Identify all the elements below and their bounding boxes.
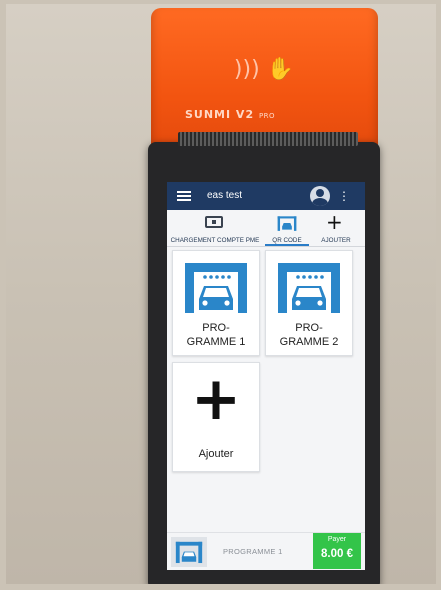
pay-button[interactable]: Payer 8.00 €: [313, 533, 361, 569]
photo-background: ))) ✋ SUNMI V2 PRO eas test ⋮ CHARGEMENT…: [6, 4, 436, 584]
hamburger-menu-icon[interactable]: [177, 191, 191, 201]
pay-label: Payer: [327, 536, 347, 543]
nfc-contactless-icon: ))) ✋: [233, 57, 295, 82]
tab-label: QR CODE: [272, 237, 302, 244]
account-circle-icon[interactable]: [310, 186, 330, 206]
bottom-bar: PROGRAMME 1 Payer 8.00 €: [167, 532, 365, 570]
car-wash-icon: [278, 263, 340, 313]
program-tile-1[interactable]: PRO- GRAMME 1: [172, 250, 260, 356]
selected-program-label: PROGRAMME 1: [223, 547, 283, 556]
tab-chargement-compte-pme[interactable]: CHARGEMENT COMPTE PME: [167, 210, 263, 246]
car-wash-icon: [175, 541, 203, 564]
program-tile-label: PRO- GRAMME 1: [186, 322, 246, 348]
program-tile-label: PRO- GRAMME 2: [279, 322, 339, 348]
app-bar: eas test ⋮: [167, 182, 365, 210]
plus-icon: +: [190, 364, 242, 434]
program-tile-2[interactable]: PRO- GRAMME 2: [265, 250, 353, 356]
car-wash-icon: [277, 216, 297, 231]
wallet-icon: [205, 216, 223, 228]
app-title: eas test: [207, 190, 243, 201]
plus-icon: +: [326, 210, 343, 234]
add-program-tile[interactable]: + Ajouter: [172, 362, 260, 472]
tab-qr-code[interactable]: QR CODE: [265, 210, 309, 246]
selected-program-thumbnail: [171, 537, 207, 567]
printer-slot: [178, 132, 358, 146]
tab-label: AJOUTER: [321, 237, 351, 244]
app-screen: eas test ⋮ CHARGEMENT COMPTE PME QR CODE…: [167, 182, 365, 570]
device-brand: SUNMI V2 PRO: [185, 108, 276, 121]
car-wash-icon: [185, 263, 247, 313]
tab-ajouter[interactable]: + AJOUTER: [311, 210, 361, 246]
tab-label: CHARGEMENT COMPTE PME: [170, 237, 260, 244]
add-tile-label: Ajouter: [198, 448, 234, 460]
more-vertical-icon[interactable]: ⋮: [338, 189, 350, 203]
pay-amount: 8.00 €: [321, 548, 353, 560]
tab-bar: CHARGEMENT COMPTE PME QR CODE + AJOUTER: [167, 210, 365, 247]
